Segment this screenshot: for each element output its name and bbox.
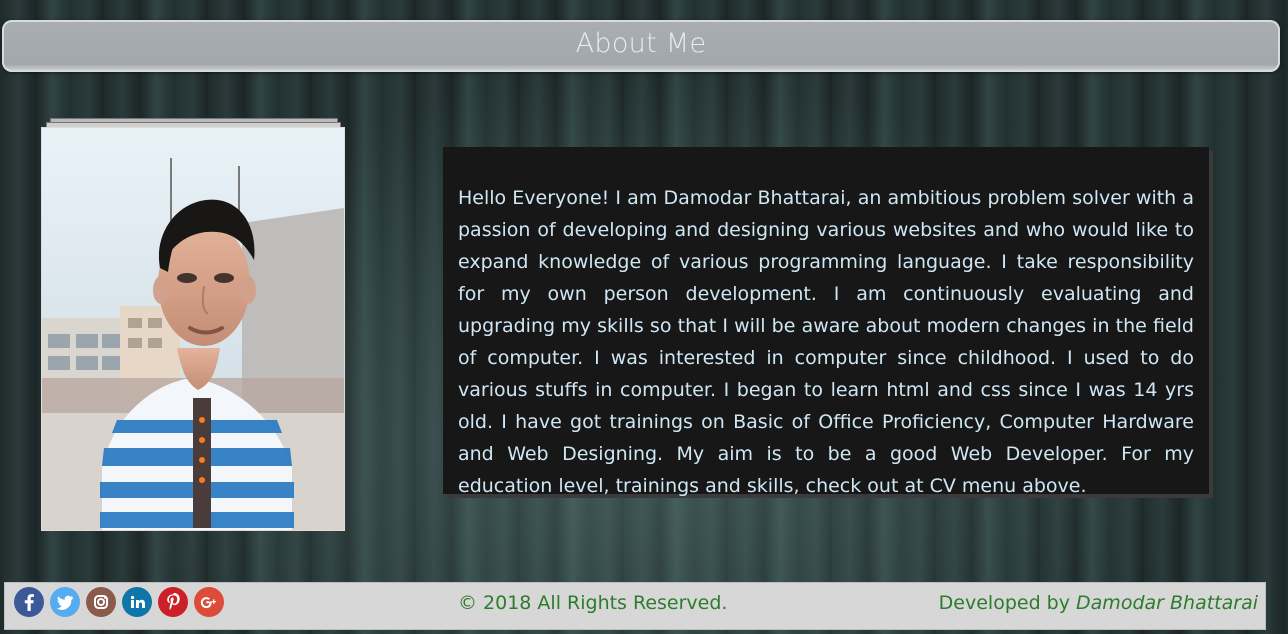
linkedin-icon: [122, 587, 152, 617]
facebook-icon: [14, 587, 44, 617]
developer-credit: Developed by Damodar Bhattarai: [939, 592, 1258, 614]
pinterest-link[interactable]: [158, 587, 188, 617]
facebook-link[interactable]: [14, 587, 44, 617]
instagram-icon: [86, 587, 116, 617]
page-header: About Me: [2, 20, 1280, 72]
twitter-link[interactable]: [50, 587, 80, 617]
social-links: [14, 587, 224, 617]
developer-name[interactable]: Damodar Bhattarai: [1076, 592, 1258, 614]
developed-by-label: Developed by: [938, 592, 1070, 614]
copyright-text: © 2018 All Rights Reserved.: [458, 592, 728, 614]
profile-photo-frame: [42, 118, 344, 530]
pinterest-icon: [158, 587, 188, 617]
about-text: Hello Everyone! I am Damodar Bhattarai, …: [458, 187, 1194, 497]
linkedin-link[interactable]: [122, 587, 152, 617]
instagram-link[interactable]: [86, 587, 116, 617]
page-title: About Me: [575, 27, 707, 59]
twitter-icon: [50, 587, 80, 617]
google-plus-icon: [194, 587, 224, 617]
profile-photo: [42, 128, 344, 530]
google-plus-link[interactable]: [194, 587, 224, 617]
footer: © 2018 All Rights Reserved. Developed by…: [4, 582, 1266, 630]
about-card: Hello Everyone! I am Damodar Bhattarai, …: [443, 147, 1209, 497]
